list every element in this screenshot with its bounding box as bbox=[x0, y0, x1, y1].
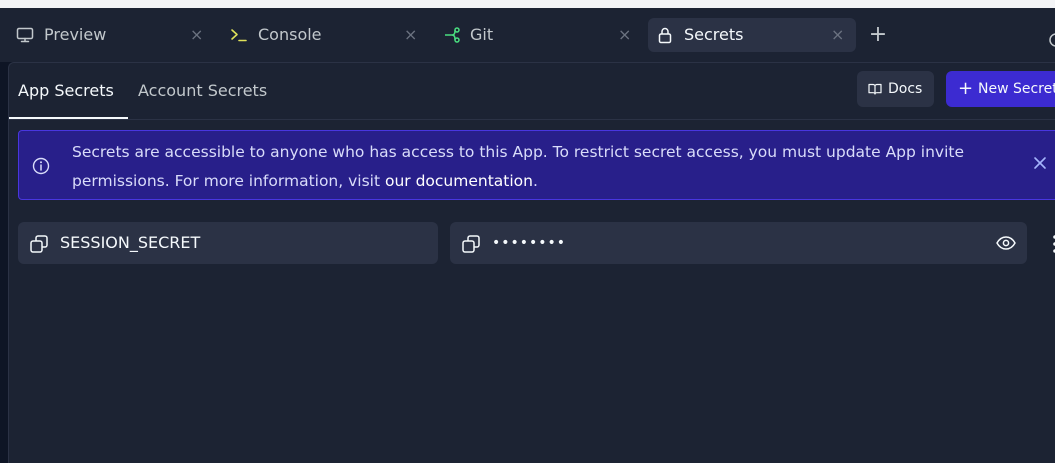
lock-icon bbox=[656, 26, 674, 44]
tab-close-button[interactable]: × bbox=[618, 18, 631, 52]
banner-text-end: . bbox=[532, 172, 538, 190]
new-secret-button[interactable]: + New Secret bbox=[946, 71, 1055, 107]
new-secret-label: New Secret bbox=[978, 81, 1055, 97]
info-banner: Secrets are accessible to anyone who has… bbox=[18, 130, 1055, 200]
documentation-link[interactable]: our documentation bbox=[385, 172, 533, 190]
tab-label: Console bbox=[258, 25, 322, 44]
subtab-app-secrets[interactable]: App Secrets bbox=[18, 63, 114, 119]
tab-console[interactable]: Console × bbox=[222, 18, 432, 52]
close-banner-icon[interactable] bbox=[1032, 155, 1048, 171]
tab-bar-overflow-icon[interactable] bbox=[1048, 32, 1055, 52]
book-icon bbox=[868, 82, 882, 96]
tab-bar: Preview × Console × Git × Secrets × + bbox=[0, 8, 1055, 62]
copy-icon[interactable] bbox=[29, 234, 49, 254]
docs-label: Docs bbox=[888, 81, 923, 97]
tab-close-button[interactable]: × bbox=[831, 18, 844, 52]
secrets-panel: App Secrets Account Secrets Docs + New S… bbox=[8, 62, 1055, 463]
tab-label: Git bbox=[470, 25, 494, 44]
info-icon bbox=[32, 157, 50, 175]
tab-label: Secrets bbox=[684, 25, 744, 44]
copy-icon[interactable] bbox=[461, 234, 481, 254]
banner-message: Secrets are accessible to anyone who has… bbox=[72, 138, 1002, 196]
tab-secrets[interactable]: Secrets × bbox=[648, 18, 856, 52]
plus-icon: + bbox=[958, 78, 974, 99]
add-tab-button[interactable]: + bbox=[868, 24, 888, 46]
secret-key: SESSION_SECRET bbox=[60, 233, 201, 252]
tab-git[interactable]: Git × bbox=[436, 18, 644, 52]
tab-label: Preview bbox=[44, 25, 107, 44]
window-top-edge bbox=[0, 0, 1055, 8]
monitor-icon bbox=[16, 26, 34, 44]
subtab-divider bbox=[9, 119, 1055, 120]
docs-button[interactable]: Docs bbox=[857, 71, 934, 107]
terminal-icon bbox=[230, 26, 248, 44]
tab-close-button[interactable]: × bbox=[404, 18, 417, 52]
eye-icon[interactable] bbox=[996, 235, 1016, 251]
subtab-account-secrets[interactable]: Account Secrets bbox=[138, 63, 267, 119]
secret-key-field[interactable]: SESSION_SECRET bbox=[18, 222, 438, 264]
secret-value-field[interactable]: •••••••• bbox=[450, 222, 1027, 264]
git-branch-icon bbox=[444, 26, 462, 44]
secret-value-masked: •••••••• bbox=[492, 235, 567, 251]
tab-close-button[interactable]: × bbox=[190, 18, 203, 52]
tab-preview[interactable]: Preview × bbox=[8, 18, 218, 52]
